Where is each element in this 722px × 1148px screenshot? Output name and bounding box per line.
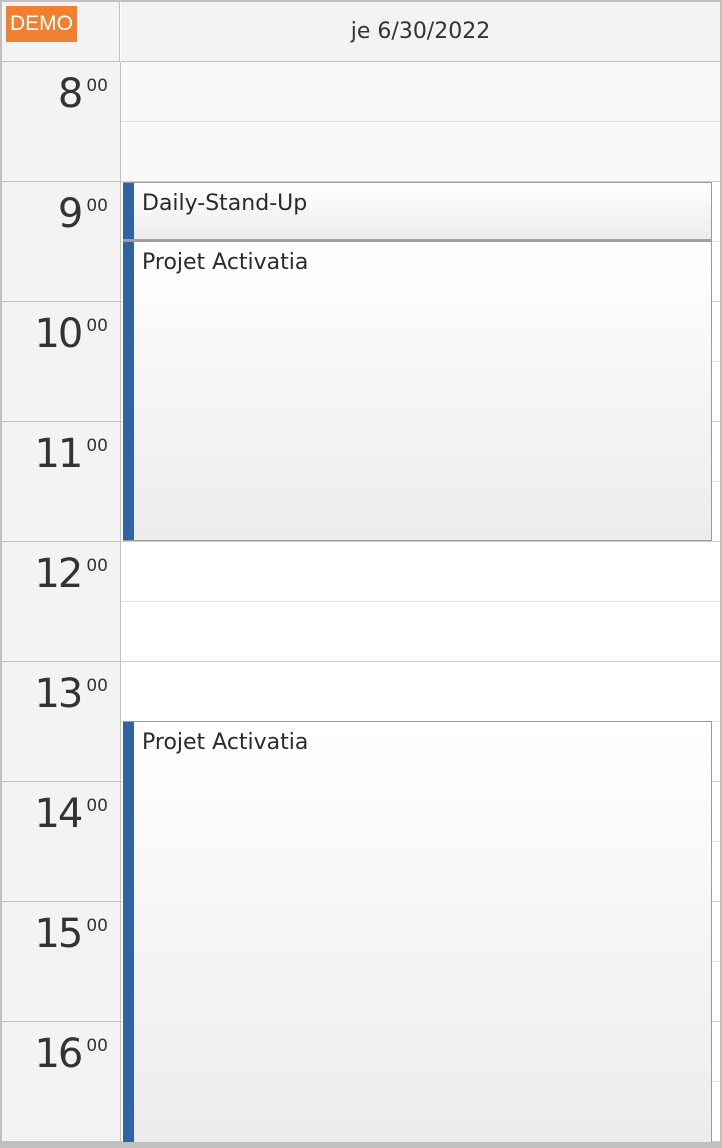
time-slot[interactable]	[121, 542, 720, 602]
hour-number: 13	[34, 671, 83, 717]
hour-number: 15	[34, 911, 83, 957]
event-duration-bar	[123, 722, 134, 1142]
hour-minutes: 00	[86, 1036, 108, 1056]
event-title: Projet Activatia	[142, 250, 309, 275]
hour-cell-14: 14 00	[2, 782, 120, 902]
hour-number: 14	[34, 791, 83, 837]
hour-label: 9 00	[58, 194, 108, 234]
hour-cell-8: 8 00	[2, 62, 120, 182]
time-slot[interactable]	[121, 62, 720, 122]
time-slot[interactable]	[121, 662, 720, 722]
hour-label: 15 00	[34, 914, 108, 954]
hour-cell-15: 15 00	[2, 902, 120, 1022]
hour-minutes: 00	[86, 316, 108, 336]
event-title: Projet Activatia	[142, 730, 309, 755]
hour-number: 12	[34, 551, 83, 597]
calendar-corner: DEMO	[2, 2, 120, 62]
event-title: Daily-Stand-Up	[142, 191, 308, 216]
hour-cell-13: 13 00	[2, 662, 120, 782]
event-projet-activatia-afternoon[interactable]: Projet Activatia	[123, 721, 712, 1142]
hour-label: 10 00	[34, 314, 108, 354]
day-calendar: DEMO je 6/30/2022 8 00 9 00 10 00 11 00 12 00…	[0, 0, 722, 1148]
hour-cell-12: 12 00	[2, 542, 120, 662]
hour-number: 11	[34, 431, 83, 477]
time-slot[interactable]	[121, 602, 720, 662]
hour-label: 14 00	[34, 794, 108, 834]
hour-number: 8	[57, 71, 83, 117]
hour-label: 12 00	[34, 554, 108, 594]
hour-label: 11 00	[34, 434, 108, 474]
event-duration-bar	[123, 183, 134, 239]
hour-cell-16: 16 00	[2, 1022, 120, 1142]
demo-badge: DEMO	[6, 6, 77, 42]
frame-bottom	[0, 1142, 722, 1148]
hour-number: 10	[34, 311, 83, 357]
hour-cell-11: 11 00	[2, 422, 120, 542]
day-grid: Daily-Stand-Up Projet Activatia Projet A…	[121, 62, 720, 1142]
day-column-header[interactable]: je 6/30/2022	[121, 2, 720, 62]
hour-minutes: 00	[86, 556, 108, 576]
hour-label: 16 00	[34, 1034, 108, 1074]
hour-label: 8 00	[58, 74, 108, 114]
hour-minutes: 00	[86, 76, 108, 96]
event-duration-bar	[123, 242, 134, 540]
event-projet-activatia-morning[interactable]: Projet Activatia	[123, 241, 712, 541]
event-daily-stand-up[interactable]: Daily-Stand-Up	[123, 182, 712, 242]
hour-minutes: 00	[86, 676, 108, 696]
time-slot[interactable]	[121, 122, 720, 182]
hour-cell-10: 10 00	[2, 302, 120, 422]
hour-label: 13 00	[34, 674, 108, 714]
time-axis: 8 00 9 00 10 00 11 00 12 00 13 00 14 00 15 00 16…	[2, 62, 121, 1142]
hour-number: 9	[57, 191, 83, 237]
hour-minutes: 00	[86, 916, 108, 936]
hour-minutes: 00	[86, 436, 108, 456]
hour-minutes: 00	[86, 196, 108, 216]
hour-minutes: 00	[86, 796, 108, 816]
hour-cell-9: 9 00	[2, 182, 120, 302]
hour-number: 16	[34, 1031, 83, 1077]
